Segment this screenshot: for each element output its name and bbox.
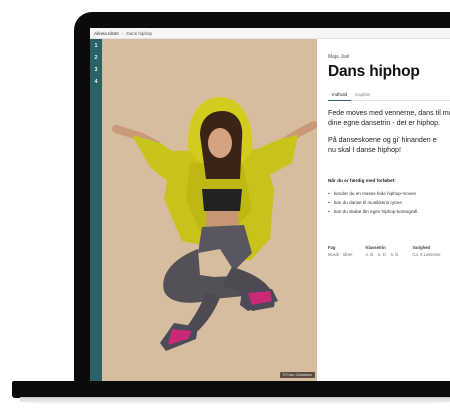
lead-line: dine egne dansetrin - det er hiphop. [328, 118, 441, 127]
lead-text: Fede moves med vennerne, dans til mus di… [328, 109, 450, 155]
laptop-base [12, 381, 450, 398]
tab-kapitler[interactable]: Kapitler [351, 90, 375, 101]
lesson-meta: Fag Musik · Idræt Klassetrin 4. kl. · 5.… [328, 245, 441, 257]
tab-indhold[interactable]: Indhold [328, 90, 352, 101]
photo-credit: © Foto: Colourbox [279, 372, 315, 378]
hiphop-dancer-illustration [112, 97, 317, 351]
breadcrumb: Alinea Idræt › Dans hiphop [90, 28, 450, 39]
meta-value: 4. kl. · 5. kl. · 6. kl. [365, 252, 400, 257]
hero-photo: © Foto: Colourbox [102, 39, 317, 381]
lesson-panel: Maja Juel Dans hiphop Indhold Kapitler F… [317, 39, 450, 381]
meta-label: Fag [328, 245, 336, 250]
meta-subject: Fag Musik · Idræt [328, 245, 352, 257]
goal-item: kender du en masse fede hiphop-moves [328, 189, 419, 198]
meta-duration: Varighed Ca. 8 Lektioner [412, 245, 440, 257]
page-title: Dans hiphop [328, 63, 420, 80]
breadcrumb-current: Dans hiphop [126, 30, 153, 36]
lead-line: nu skal I danse hiphop! [328, 145, 401, 154]
meta-value: Ca. 8 Lektioner [412, 252, 441, 257]
chapter-link-2[interactable]: 2 [95, 55, 98, 61]
lead-line: Fede moves med vennerne, dans til mus [328, 109, 450, 117]
meta-grade: Klassetrin 4. kl. · 5. kl. · 6. kl. [365, 245, 399, 257]
lead-line: På danseskoene og gi' hinanden e [328, 136, 437, 145]
author-name: Maja Juel [328, 54, 350, 60]
chevron-right-icon: › [121, 30, 124, 36]
tab-bar: Indhold Kapitler [328, 90, 450, 101]
meta-label: Varighed [412, 245, 431, 250]
goal-item: kan du danse til musikkens rytme [328, 198, 419, 207]
chapter-link-1[interactable]: 1 [95, 43, 98, 49]
chapter-link-3[interactable]: 3 [95, 67, 98, 73]
laptop-shadow [20, 397, 450, 405]
chapter-rail: 1 2 3 4 [90, 39, 102, 381]
goals-list: kender du en masse fede hiphop-moves kan… [328, 189, 419, 216]
meta-value: Musik · Idræt [328, 252, 353, 257]
goals-heading: Når du er færdig med forløbet: [328, 178, 396, 183]
meta-label: Klassetrin [365, 245, 386, 250]
chapter-link-4[interactable]: 4 [95, 79, 98, 85]
breadcrumb-home-link[interactable]: Alinea Idræt [94, 31, 119, 36]
goal-item: kan du skabe din egen hiphop-koreografi. [328, 207, 419, 216]
laptop-screen: Alinea Idræt › Dans hiphop 1 2 3 4 © Fot… [90, 28, 450, 381]
